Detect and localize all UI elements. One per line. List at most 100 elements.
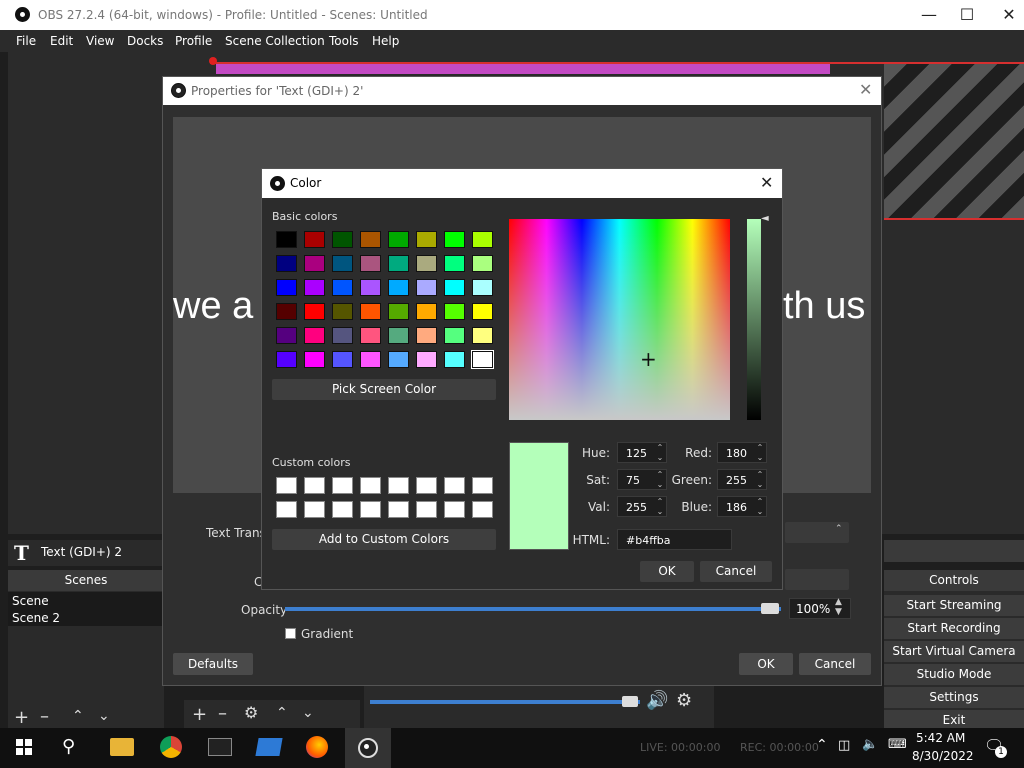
spin-up-icon[interactable]: ⌃	[754, 497, 766, 507]
basic-color-swatch[interactable]	[304, 255, 325, 272]
opacity-slider-thumb[interactable]	[761, 603, 779, 614]
terminal-icon[interactable]	[208, 738, 232, 756]
remove-scene-button[interactable]: –	[40, 706, 49, 727]
pick-screen-color-button[interactable]: Pick Screen Color	[272, 379, 496, 400]
gradient-checkbox[interactable]	[285, 628, 296, 639]
basic-color-swatch[interactable]	[332, 231, 353, 248]
basic-color-swatch[interactable]	[472, 279, 493, 296]
move-up-icon[interactable]: ⌃	[276, 705, 288, 721]
custom-color-swatch[interactable]	[304, 501, 325, 518]
chrome-icon[interactable]	[160, 736, 182, 758]
basic-color-swatch[interactable]	[416, 279, 437, 296]
settings-button[interactable]: Settings	[884, 687, 1024, 708]
remove-source-button[interactable]: –	[218, 703, 227, 724]
menu-tools[interactable]: Tools	[329, 34, 359, 48]
color-cancel-button[interactable]: Cancel	[700, 561, 772, 582]
basic-color-swatch[interactable]	[304, 231, 325, 248]
text-transform-select[interactable]: ⌃	[785, 522, 849, 543]
speaker-icon[interactable]: 🔊	[646, 690, 668, 711]
hue-saturation-spectrum[interactable]: +	[509, 219, 730, 420]
basic-color-swatch[interactable]	[360, 303, 381, 320]
search-icon[interactable]: ⚲	[62, 736, 75, 757]
spin-arrows-icon[interactable]: ▲ ▼	[835, 597, 842, 617]
basic-color-swatch[interactable]	[444, 255, 465, 272]
selection-handle[interactable]	[209, 57, 217, 65]
basic-color-swatch[interactable]	[360, 279, 381, 296]
spin-down-icon[interactable]: ⌄	[754, 480, 766, 490]
basic-color-swatch[interactable]	[360, 327, 381, 344]
basic-color-swatch[interactable]	[332, 255, 353, 272]
move-down-icon[interactable]: ⌄	[302, 705, 314, 721]
menu-profile[interactable]: Profile	[175, 34, 212, 48]
basic-color-swatch[interactable]	[471, 350, 494, 369]
custom-color-swatch[interactable]	[360, 477, 381, 494]
chevron-up-icon[interactable]: ⌃	[816, 737, 828, 753]
spin-up-icon[interactable]: ⌃	[654, 497, 666, 507]
file-explorer-icon[interactable]	[110, 738, 134, 756]
obs-taskbar-button[interactable]	[345, 728, 391, 768]
basic-color-swatch[interactable]	[332, 303, 353, 320]
menu-edit[interactable]: Edit	[50, 34, 73, 48]
basic-color-swatch[interactable]	[444, 231, 465, 248]
basic-color-swatch[interactable]	[416, 231, 437, 248]
menu-file[interactable]: File	[16, 34, 36, 48]
basic-color-swatch[interactable]	[360, 255, 381, 272]
close-icon[interactable]: ✕	[760, 173, 773, 192]
windows-start-icon[interactable]	[16, 739, 32, 755]
basic-color-swatch[interactable]	[276, 303, 297, 320]
menu-scene-collection[interactable]: Scene Collection	[225, 34, 325, 48]
basic-color-swatch[interactable]	[276, 255, 297, 272]
custom-color-swatch[interactable]	[360, 501, 381, 518]
props-ok-button[interactable]: OK	[739, 653, 793, 675]
start-recording-button[interactable]: Start Recording	[884, 618, 1024, 639]
menu-help[interactable]: Help	[372, 34, 399, 48]
start-virtual-camera-button[interactable]: Start Virtual Camera	[884, 641, 1024, 662]
menu-docks[interactable]: Docks	[127, 34, 163, 48]
gear-icon[interactable]: ⚙	[676, 690, 692, 711]
move-down-icon[interactable]: ⌄	[98, 708, 110, 724]
basic-color-swatch[interactable]	[304, 303, 325, 320]
basic-color-swatch[interactable]	[304, 279, 325, 296]
basic-color-swatch[interactable]	[332, 279, 353, 296]
custom-color-swatch[interactable]	[388, 501, 409, 518]
custom-color-swatch[interactable]	[332, 501, 353, 518]
remote-desktop-icon[interactable]	[255, 738, 283, 756]
spin-up-icon[interactable]: ⌃	[754, 470, 766, 480]
custom-color-swatch[interactable]	[276, 501, 297, 518]
basic-color-swatch[interactable]	[472, 327, 493, 344]
custom-color-swatch[interactable]	[472, 477, 493, 494]
basic-color-swatch[interactable]	[276, 327, 297, 344]
volume-slider-thumb[interactable]	[622, 696, 638, 707]
custom-color-swatch[interactable]	[304, 477, 325, 494]
basic-color-swatch[interactable]	[472, 255, 493, 272]
basic-color-swatch[interactable]	[388, 327, 409, 344]
basic-color-swatch[interactable]	[472, 303, 493, 320]
add-source-button[interactable]: +	[192, 704, 207, 725]
spin-down-icon[interactable]: ⌄	[654, 507, 666, 517]
firefox-icon[interactable]	[306, 736, 328, 758]
start-streaming-button[interactable]: Start Streaming	[884, 595, 1024, 616]
basic-color-swatch[interactable]	[388, 279, 409, 296]
basic-color-swatch[interactable]	[444, 303, 465, 320]
gear-icon[interactable]: ⚙	[244, 703, 258, 722]
basic-color-swatch[interactable]	[304, 351, 325, 368]
add-scene-button[interactable]: +	[14, 707, 29, 728]
defaults-button[interactable]: Defaults	[173, 653, 253, 675]
menu-view[interactable]: View	[86, 34, 114, 48]
opacity-track[interactable]	[285, 607, 781, 611]
studio-mode-button[interactable]: Studio Mode	[884, 664, 1024, 685]
basic-color-swatch[interactable]	[388, 231, 409, 248]
language-icon[interactable]: ⌨	[888, 737, 907, 752]
basic-color-swatch[interactable]	[388, 255, 409, 272]
basic-color-swatch[interactable]	[388, 303, 409, 320]
basic-color-swatch[interactable]	[276, 279, 297, 296]
basic-color-swatch[interactable]	[304, 327, 325, 344]
spin-down-icon[interactable]: ⌄	[754, 453, 766, 463]
color-field[interactable]	[785, 569, 849, 590]
custom-color-swatch[interactable]	[332, 477, 353, 494]
clock-date[interactable]: 8/30/2022	[912, 749, 974, 763]
volume-icon[interactable]: 🔈	[862, 737, 878, 752]
color-ok-button[interactable]: OK	[640, 561, 694, 582]
basic-color-swatch[interactable]	[444, 327, 465, 344]
basic-color-swatch[interactable]	[416, 255, 437, 272]
